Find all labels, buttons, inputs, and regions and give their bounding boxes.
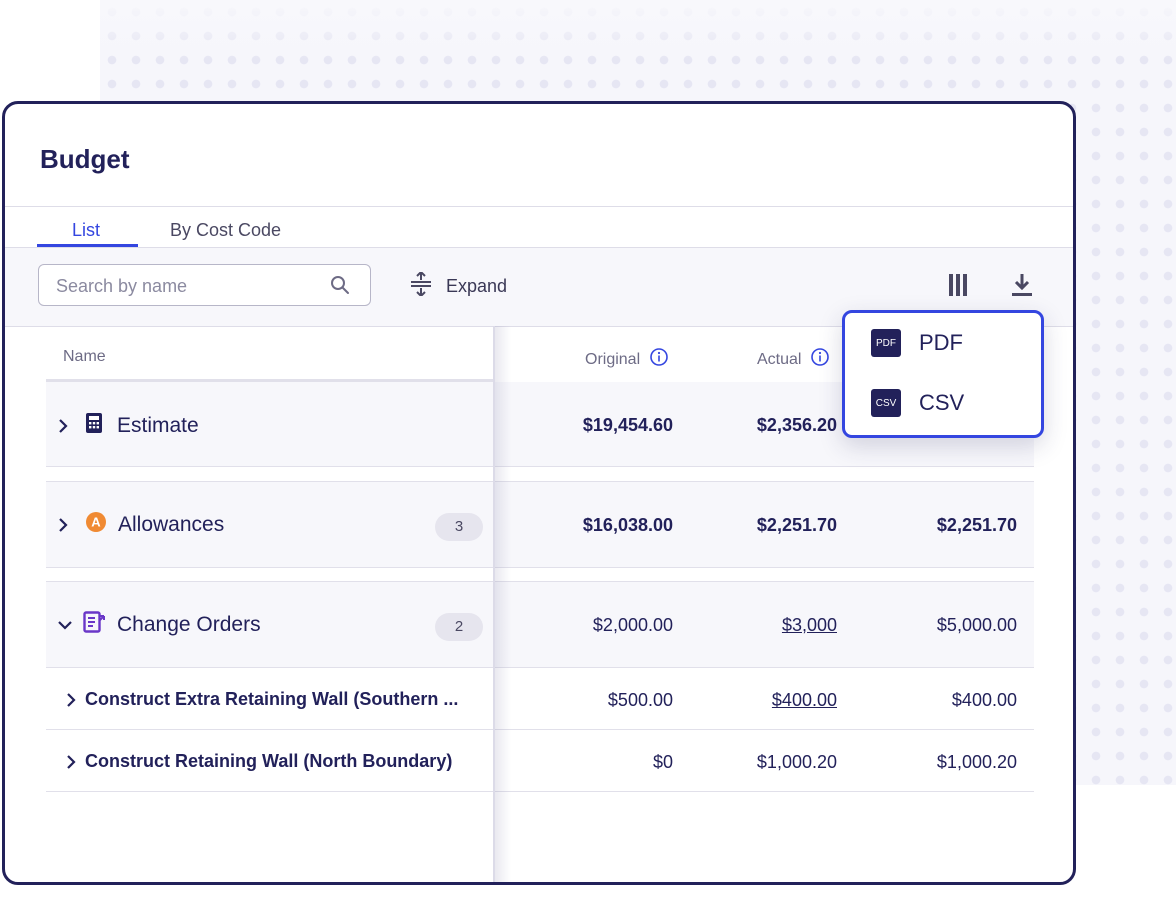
row-divider bbox=[46, 567, 1034, 568]
sub-item-original: $0 bbox=[652, 752, 673, 772]
chevron-right-icon[interactable] bbox=[65, 692, 77, 708]
change-orders-third: $5,000.00 bbox=[936, 615, 1017, 635]
change-order-icon bbox=[83, 611, 107, 638]
allowance-a-icon: A bbox=[85, 511, 107, 538]
sub-item-third: $1,000.20 bbox=[936, 752, 1017, 772]
background-fade bbox=[100, 0, 1176, 60]
estimate-actual: $2,356.20 bbox=[756, 415, 837, 435]
sub-item-name: Construct Extra Retaining Wall (Southern… bbox=[85, 689, 459, 709]
sub-item-name: Construct Retaining Wall (North Boundary… bbox=[85, 751, 453, 771]
count-badge: 3 bbox=[435, 513, 483, 541]
search-icon[interactable] bbox=[330, 275, 350, 300]
columns-icon[interactable] bbox=[948, 273, 968, 302]
download-icon[interactable] bbox=[1011, 273, 1033, 302]
group-row-allowances[interactable]: A Allowances bbox=[57, 511, 224, 538]
info-icon[interactable] bbox=[811, 348, 830, 371]
export-pdf-label: PDF bbox=[919, 330, 963, 355]
tab-by-cost-code[interactable]: By Cost Code bbox=[170, 220, 281, 241]
sub-item-original: $500.00 bbox=[607, 690, 673, 710]
frozen-column-shadow bbox=[493, 326, 511, 882]
sub-item-actual: $1,000.20 bbox=[756, 752, 837, 772]
row-divider bbox=[46, 729, 1034, 730]
original-header-label: Original bbox=[585, 350, 641, 368]
chevron-down-icon[interactable] bbox=[57, 617, 73, 633]
estimate-original: $19,454.60 bbox=[582, 415, 673, 435]
group-name: Change Orders bbox=[117, 612, 261, 636]
change-orders-original: $2,000.00 bbox=[592, 615, 673, 635]
name-header-label: Name bbox=[63, 348, 106, 365]
expand-icon bbox=[410, 270, 432, 301]
tabs-divider bbox=[5, 206, 1073, 207]
chevron-right-icon[interactable] bbox=[65, 754, 77, 770]
column-header-name[interactable]: Name bbox=[63, 348, 106, 366]
sub-item-third: $400.00 bbox=[951, 690, 1017, 710]
change-orders-actual-link[interactable]: $3,000 bbox=[782, 615, 837, 636]
export-dropdown: PDF PDF CSV CSV bbox=[842, 310, 1044, 438]
row-divider bbox=[46, 791, 1034, 792]
sub-item-actual-link[interactable]: $400.00 bbox=[772, 690, 837, 711]
allowances-actual: $2,251.70 bbox=[756, 515, 837, 535]
search-box bbox=[38, 264, 371, 306]
info-icon[interactable] bbox=[650, 348, 668, 371]
group-row-change-orders[interactable]: Change Orders bbox=[57, 611, 261, 638]
search-input[interactable] bbox=[54, 273, 328, 299]
group-name: Allowances bbox=[118, 512, 225, 536]
chevron-right-icon[interactable] bbox=[57, 517, 69, 533]
expand-button[interactable]: Expand bbox=[410, 270, 508, 301]
tab-list[interactable]: List bbox=[72, 220, 100, 241]
budget-panel: Budget List By Cost Code Expand Name Ori… bbox=[2, 101, 1076, 885]
chevron-right-icon[interactable] bbox=[57, 418, 69, 434]
csv-file-icon: CSV bbox=[871, 389, 901, 417]
column-header-original[interactable]: Original bbox=[585, 348, 668, 371]
calculator-icon bbox=[85, 412, 103, 439]
export-pdf-option[interactable]: PDF PDF bbox=[871, 329, 963, 357]
row-divider bbox=[46, 667, 1034, 668]
svg-text:A: A bbox=[91, 515, 101, 530]
list-item[interactable]: Construct Extra Retaining Wall (Southern… bbox=[65, 689, 458, 710]
frozen-column-divider bbox=[493, 326, 495, 882]
group-row-estimate[interactable]: Estimate bbox=[57, 412, 199, 439]
count-badge: 2 bbox=[435, 613, 483, 641]
allowances-third: $2,251.70 bbox=[936, 515, 1017, 535]
export-csv-label: CSV bbox=[919, 390, 965, 415]
expand-label: Expand bbox=[446, 276, 508, 296]
column-header-actual[interactable]: Actual bbox=[757, 348, 830, 371]
page-title: Budget bbox=[40, 144, 130, 174]
export-csv-option[interactable]: CSV CSV bbox=[871, 389, 964, 417]
list-item[interactable]: Construct Retaining Wall (North Boundary… bbox=[65, 751, 452, 772]
allowances-original: $16,038.00 bbox=[582, 515, 673, 535]
pdf-file-icon: PDF bbox=[871, 329, 901, 357]
group-name: Estimate bbox=[117, 413, 199, 437]
actual-header-label: Actual bbox=[757, 350, 802, 368]
row-divider bbox=[46, 466, 1034, 467]
